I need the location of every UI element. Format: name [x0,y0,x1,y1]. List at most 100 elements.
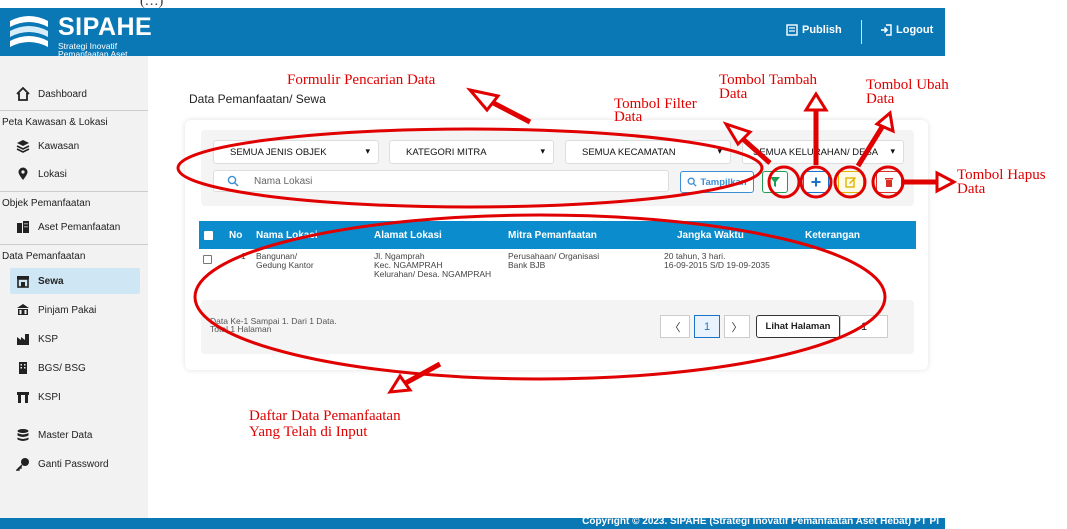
sidebar-item-master[interactable]: Master Data [16,424,92,446]
footer-copyright: Copyright © 2023. SIPAHE (Strategi Inova… [582,516,939,527]
annotation-ubah-line2: Data [866,91,895,107]
kecamatan-select[interactable]: SEMUA KECAMATAN ▾ [565,140,731,164]
sidebar-label-pinjam: Pinjam Pakai [38,304,97,316]
lihat-halaman-button[interactable]: Lihat Halaman [756,315,840,338]
sidebar-item-aset[interactable]: Aset Pemanfaatan [16,216,120,238]
publish-icon [786,24,798,36]
kelurahan-value: SEMUA KELURAHAN/ DESA [753,146,879,158]
annotation-arrowhead-add [803,91,829,112]
tampilkan-label: Tampilkan [700,176,747,188]
prev-page-button[interactable]: 〈 [660,315,690,338]
sidebar-item-dashboard[interactable]: Dashboard [16,83,87,105]
row-checkbox[interactable] [203,255,212,264]
publish-label: Publish [802,24,842,36]
table-row[interactable]: 1 Bangunan/ Gedung Kantor Jl. Ngamprah K… [199,250,916,282]
select-all-checkbox[interactable] [204,231,213,240]
header-divider [861,20,862,44]
cell-mitra-line2: Bank BJB [508,260,546,270]
sidebar-item-kawasan[interactable]: Kawasan [16,135,79,157]
app-logo[interactable]: SIPAHE Strategi Inovatif Pemanfaatan Ase… [6,11,152,69]
plus-icon [811,177,821,187]
filter-icon [770,177,780,187]
current-page-button[interactable]: 1 [694,315,720,338]
pagination-total: Total 1 Halaman [210,324,272,334]
col-header-jangka: Jangka Waktu [677,230,744,241]
annotation-arrowhead-table [387,373,413,394]
sidebar-label-aset: Aset Pemanfaatan [38,221,121,233]
sidebar-item-bgs[interactable]: BGS/ BSG [16,357,86,379]
next-page-button[interactable]: 〉 [724,315,750,338]
store-icon [16,274,30,288]
annotation-daftar-line2: Yang Telah di Input [249,424,368,440]
sidebar-item-pinjam[interactable]: Pinjam Pakai [16,299,96,321]
add-button[interactable] [803,171,829,193]
cell-nama-line2: Gedung Kantor [256,260,314,270]
trash-icon [885,178,893,187]
annotation-ubah-line1: Tombol Ubah [866,77,949,93]
sidebar-label-master: Master Data [38,429,93,441]
sidebar-label-ksp: KSP [38,333,59,345]
search-input[interactable]: Nama Lokasi [213,170,669,192]
cell-alamat-line3: Kelurahan/ Desa. NGAMPRAH [374,269,492,279]
sidebar-label-bgs: BGS/ BSG [38,362,86,374]
col-header-keterangan: Keterangan [805,230,861,241]
filter-button[interactable] [762,171,788,193]
table-header: No Nama Lokasi Alamat Lokasi Mitra Peman… [199,221,916,249]
cell-jangka-line2: 16-09-2015 S/D 19-09-2035 [664,260,770,270]
database-icon [16,428,30,442]
annotation-arrowhead-form [465,87,501,113]
kelurahan-select[interactable]: SEMUA KELURAHAN/ DESA ▾ [742,140,904,164]
annotation-formulir: Formulir Pencarian Data [287,72,436,88]
annotation-daftar-line1: Daftar Data Pemanfaatan [249,408,401,424]
edit-button[interactable] [838,171,864,193]
sidebar-label-sewa: Sewa [38,275,64,287]
sidebar-item-password[interactable]: Ganti Password [16,453,109,475]
annotation-arrow-form-line [478,93,532,125]
chevron-down-icon: ▾ [888,146,895,157]
chevron-down-icon: ▾ [717,146,722,156]
logout-icon [881,24,892,36]
delete-button[interactable] [876,171,902,193]
gate-icon [16,390,30,404]
cell-nama: Bangunan/ Gedung Kantor [256,252,314,270]
publish-button[interactable]: Publish [786,24,842,36]
annotation-tambah-line2: Data [719,86,748,102]
key-icon [16,457,30,471]
app-header: SIPAHE Strategi Inovatif Pemanfaatan Ase… [0,8,945,69]
layers-icon [16,139,30,153]
map-pin-icon [16,167,30,181]
sidebar-label-lokasi: Lokasi [38,168,67,180]
sidebar-item-sewa[interactable]: Sewa [16,270,64,292]
logout-button[interactable]: Logout [880,24,933,36]
sidebar-label-dashboard: Dashboard [38,88,87,100]
annotation-hapus-line1: Tombol Hapus [957,167,1046,183]
col-header-no: No [229,230,243,241]
pencil-icon [845,177,856,188]
cell-jangka: 20 tahun, 3 hari. 16-09-2015 S/D 19-09-2… [664,252,770,270]
jenis-objek-select[interactable]: SEMUA JENIS OBJEK ▾ [213,140,379,164]
search-icon [227,175,239,187]
sidebar-label-kawasan: Kawasan [38,140,80,152]
chevron-down-icon: ▾ [365,146,370,156]
building-icon [16,220,30,234]
page-title: Data Pemanfaatan/ Sewa [189,92,326,106]
kategori-mitra-value: KATEGORI MITRA [406,146,487,158]
tampilkan-button[interactable]: Tampilkan [680,171,754,193]
chevron-down-icon: ▾ [540,146,545,156]
kategori-mitra-select[interactable]: KATEGORI MITRA ▾ [389,140,554,164]
logo-icon [10,16,48,47]
annotation-filter-line2: Data [614,109,643,125]
col-header-alamat: Alamat Lokasi [374,230,442,241]
sidebar-item-kspi[interactable]: KSPI [16,386,61,408]
sidebar-item-lokasi[interactable]: Lokasi [16,163,67,185]
logo-title: SIPAHE [58,13,153,41]
page-number-input[interactable]: 1 [840,315,888,338]
kecamatan-value: SEMUA KECAMATAN [582,146,676,158]
col-header-nama: Nama Lokasi [256,230,318,241]
office-icon [16,361,30,375]
search-icon [687,177,697,187]
cell-mitra: Perusahaan/ Organisasi Bank BJB [508,252,599,270]
sidebar-item-ksp[interactable]: KSP [16,328,58,350]
sidebar-section-data: Data Pemanfaatan [0,244,148,262]
sidebar-label-password: Ganti Password [38,458,109,470]
